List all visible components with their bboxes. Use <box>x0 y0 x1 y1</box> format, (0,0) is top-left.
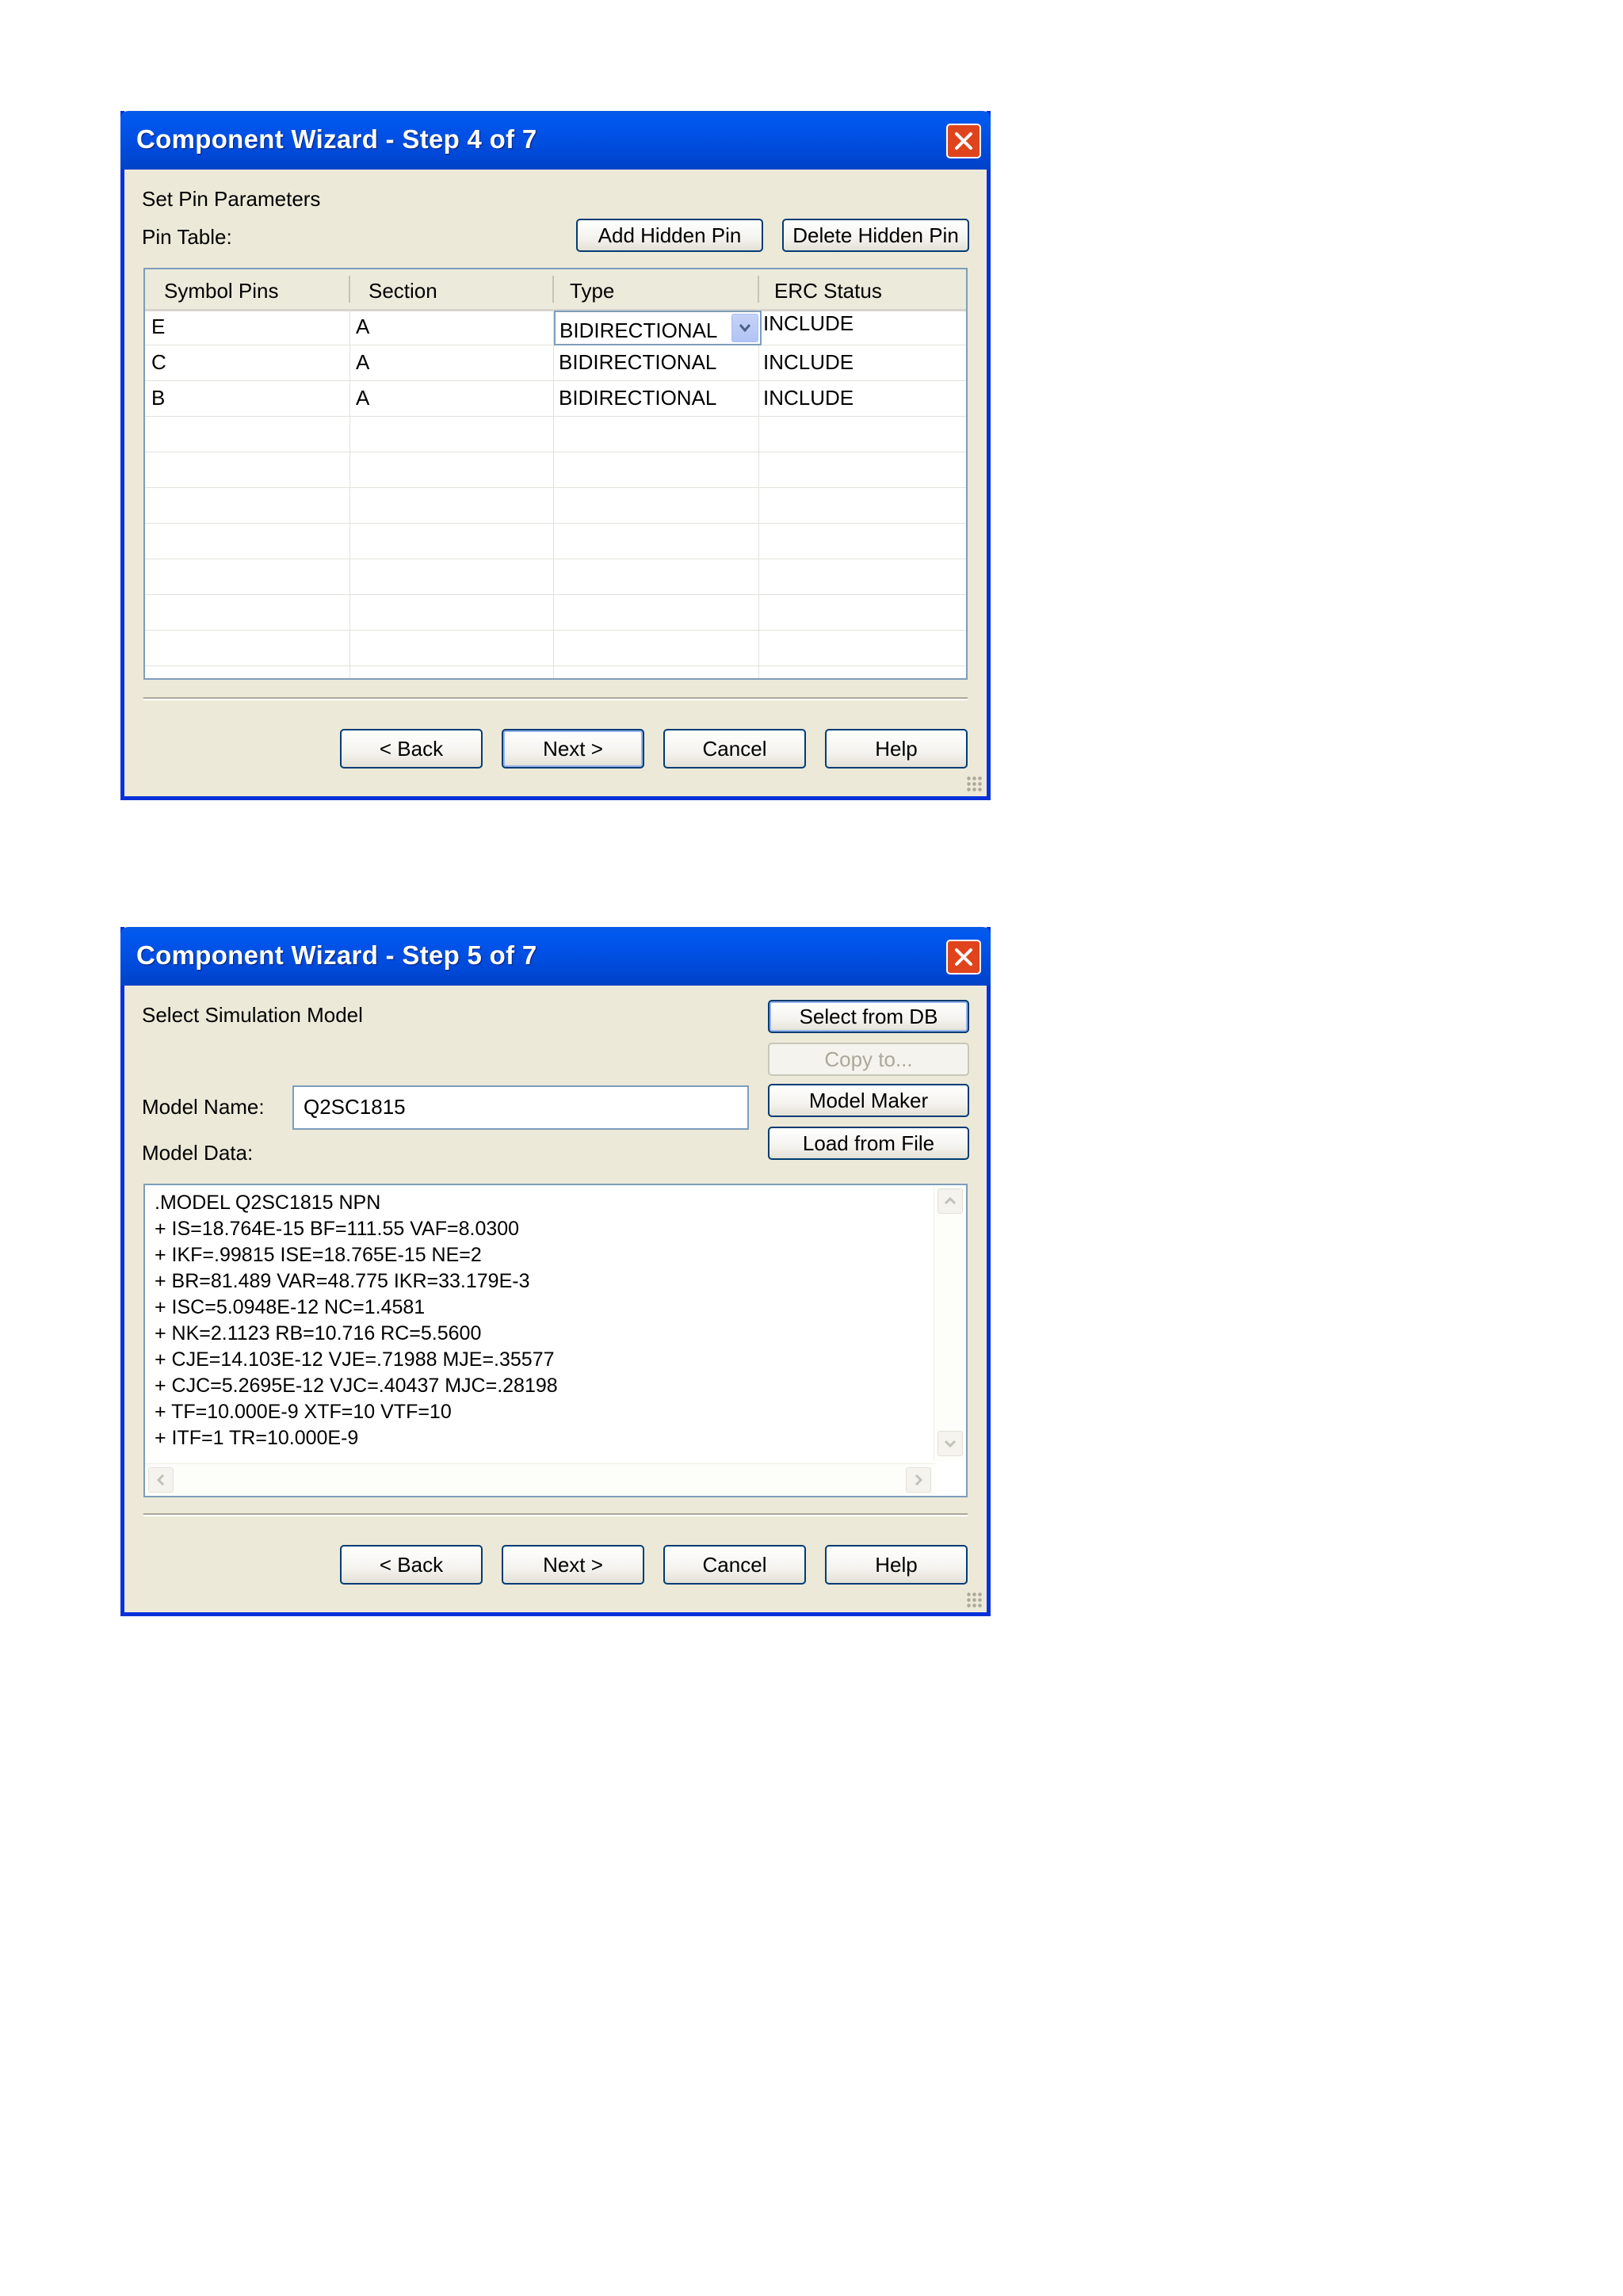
component-wizard-step4-window: Component Wizard - Step 4 of 7 Set Pin P… <box>120 111 991 800</box>
cell-erc-status[interactable]: INCLUDE <box>763 311 854 336</box>
empty-row[interactable] <box>145 594 966 631</box>
window-title: Component Wizard - Step 5 of 7 <box>136 940 537 970</box>
empty-row[interactable] <box>145 630 966 666</box>
close-button[interactable] <box>946 124 981 158</box>
cancel-button[interactable]: Cancel <box>663 729 806 769</box>
column-header-type[interactable]: Type <box>570 279 614 303</box>
column-header-section[interactable]: Section <box>369 279 437 303</box>
next-button[interactable]: Next > <box>502 1545 644 1585</box>
scroll-down-button[interactable] <box>938 1431 963 1456</box>
cell-symbol-pin[interactable]: E <box>151 315 165 339</box>
table-header: Symbol Pins Section Type ERC Status <box>145 269 966 311</box>
cell-section[interactable]: A <box>356 315 369 339</box>
model-name-label: Model Name: <box>142 1095 265 1119</box>
arrow-down-icon <box>944 1440 957 1448</box>
window-title: Component Wizard - Step 4 of 7 <box>136 124 537 154</box>
component-wizard-step5-window: Component Wizard - Step 5 of 7 Select Si… <box>120 927 991 1616</box>
pin-table[interactable]: Symbol Pins Section Type ERC Status E A … <box>143 268 968 680</box>
empty-row[interactable] <box>145 452 966 488</box>
model-data-line: + BR=81.489 VAR=48.775 IKR=33.179E-3 <box>155 1270 530 1292</box>
separator <box>143 697 968 700</box>
arrow-right-icon <box>915 1474 923 1486</box>
scroll-right-button[interactable] <box>906 1467 931 1493</box>
close-x-icon <box>955 132 972 150</box>
model-data-line: + IS=18.764E-15 BF=111.55 VAF=8.0300 <box>155 1218 520 1240</box>
pin-table-label: Pin Table: <box>142 225 232 249</box>
cell-section[interactable]: A <box>356 386 369 410</box>
copy-to-button[interactable]: Copy to... <box>768 1043 969 1076</box>
cell-symbol-pin[interactable]: B <box>151 386 165 410</box>
separator <box>143 1513 968 1516</box>
type-dropdown-value: BIDIRECTIONAL <box>559 318 718 342</box>
arrow-up-icon <box>944 1196 957 1205</box>
model-data-line: + ITF=1 TR=10.000E-9 <box>155 1427 359 1449</box>
select-from-db-button[interactable]: Select from DB <box>768 1000 969 1033</box>
add-hidden-pin-button[interactable]: Add Hidden Pin <box>576 219 763 252</box>
help-button[interactable]: Help <box>825 729 968 769</box>
model-name-input[interactable]: Q2SC1815 <box>292 1085 749 1130</box>
delete-hidden-pin-button[interactable]: Delete Hidden Pin <box>782 219 969 252</box>
cell-type[interactable]: BIDIRECTIONAL <box>559 386 716 410</box>
type-dropdown[interactable]: BIDIRECTIONAL <box>554 311 762 345</box>
empty-row[interactable] <box>145 559 966 595</box>
model-maker-button[interactable]: Model Maker <box>768 1084 969 1117</box>
column-header-erc-status[interactable]: ERC Status <box>774 279 882 303</box>
model-data-line: + CJC=5.2695E-12 VJC=.40437 MJC=.28198 <box>155 1375 558 1397</box>
scroll-left-button[interactable] <box>148 1467 174 1493</box>
resize-grip[interactable] <box>966 1592 983 1609</box>
table-row[interactable]: C A BIDIRECTIONAL INCLUDE <box>145 345 966 381</box>
empty-row[interactable] <box>145 416 966 452</box>
column-header-symbol-pins[interactable]: Symbol Pins <box>164 279 279 303</box>
cell-erc-status[interactable]: INCLUDE <box>763 350 854 375</box>
step-heading: Set Pin Parameters <box>142 187 321 211</box>
model-data-line: + CJE=14.103E-12 VJE=.71988 MJE=.35577 <box>155 1348 555 1371</box>
load-from-file-button[interactable]: Load from File <box>768 1127 969 1160</box>
close-button[interactable] <box>946 940 981 974</box>
model-data-line: + IKF=.99815 ISE=18.765E-15 NE=2 <box>155 1244 482 1266</box>
model-data-line: + ISC=5.0948E-12 NC=1.4581 <box>155 1296 426 1318</box>
back-button[interactable]: < Back <box>340 729 483 769</box>
dropdown-button[interactable] <box>731 314 758 342</box>
resize-grip[interactable] <box>966 776 983 793</box>
model-data-label: Model Data: <box>142 1141 254 1165</box>
title-bar[interactable]: Component Wizard - Step 4 of 7 <box>120 111 991 170</box>
back-button[interactable]: < Back <box>340 1545 483 1585</box>
model-data-line: + NK=2.1123 RB=10.716 RC=5.5600 <box>155 1322 482 1344</box>
model-data-line: .MODEL Q2SC1815 NPN <box>155 1192 381 1214</box>
empty-row[interactable] <box>145 523 966 559</box>
next-button[interactable]: Next > <box>502 729 644 769</box>
help-button[interactable]: Help <box>825 1545 968 1585</box>
cell-section[interactable]: A <box>356 350 369 375</box>
table-row[interactable]: B A BIDIRECTIONAL INCLUDE <box>145 380 966 417</box>
vertical-scrollbar[interactable] <box>934 1185 966 1461</box>
step-heading: Select Simulation Model <box>142 1003 363 1027</box>
model-data-textarea[interactable]: .MODEL Q2SC1815 NPN + IS=18.764E-15 BF=1… <box>143 1184 968 1497</box>
empty-row[interactable] <box>145 487 966 524</box>
arrow-left-icon <box>156 1474 165 1486</box>
title-bar[interactable]: Component Wizard - Step 5 of 7 <box>120 927 991 986</box>
chevron-down-icon <box>739 324 751 333</box>
model-data-line: + TF=10.000E-9 XTF=10 VTF=10 <box>155 1401 452 1423</box>
cancel-button[interactable]: Cancel <box>663 1545 806 1585</box>
cell-type[interactable]: BIDIRECTIONAL <box>559 350 716 375</box>
close-x-icon <box>955 948 972 966</box>
horizontal-scrollbar[interactable] <box>145 1463 936 1496</box>
cell-symbol-pin[interactable]: C <box>151 350 166 375</box>
scroll-up-button[interactable] <box>938 1188 963 1214</box>
table-row[interactable]: E A BIDIRECTIONAL INCLUDE <box>145 309 966 345</box>
cell-erc-status[interactable]: INCLUDE <box>763 386 854 410</box>
